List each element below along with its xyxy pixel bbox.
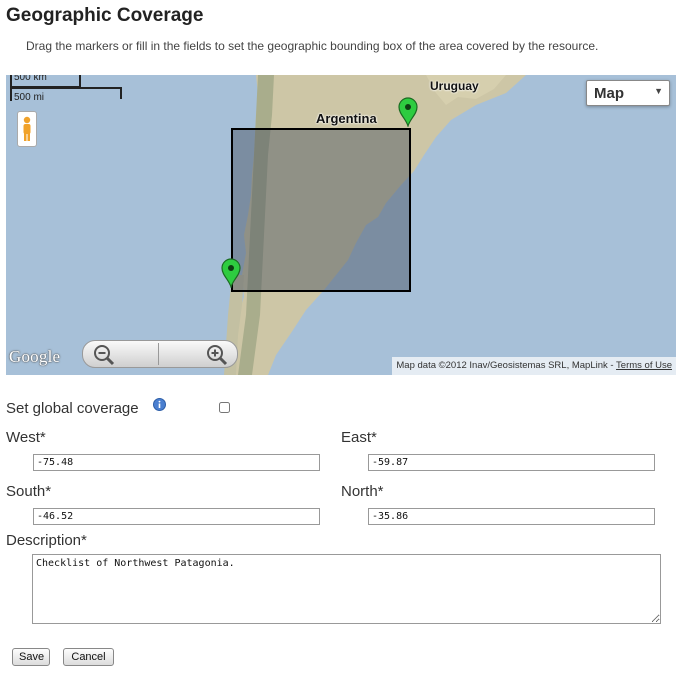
google-logo: Google [9,347,61,366]
map-attribution: Map data ©2012 Inav/Geosistemas SRL, Map… [392,357,676,375]
description-field[interactable]: Checklist of Northwest Patagonia. [32,554,661,624]
street-view-pegman-icon[interactable] [17,111,37,147]
terms-of-use-link[interactable]: Terms of Use [616,360,672,371]
south-field[interactable] [33,508,320,525]
global-coverage-label: Set global coverage [6,400,139,417]
attribution-text: Map data ©2012 Inav/Geosistemas SRL, Map… [396,360,617,371]
west-field[interactable] [33,454,320,471]
northeast-marker-icon[interactable] [398,97,418,129]
label-uruguay: Uruguay [430,79,479,93]
west-label: West* [6,429,46,446]
map-type-select[interactable]: Map ▼ [586,80,670,106]
southwest-marker-icon[interactable] [221,258,241,290]
north-label: North* [341,483,384,500]
north-field[interactable] [368,508,655,525]
south-label: South* [6,483,52,500]
page-title: Geographic Coverage [6,5,204,26]
description-label: Description* [6,532,87,549]
map[interactable]: 500 km 500 mi Map ▼ Uruguay Argentina Go… [6,75,676,375]
map-type-label: Map [594,85,624,102]
zoom-out-icon[interactable] [91,342,115,366]
global-coverage-checkbox[interactable] [219,402,230,413]
scale-mi-label: 500 mi [14,92,45,103]
zoom-control [82,340,238,368]
info-icon[interactable] [153,398,166,411]
east-field[interactable] [368,454,655,471]
label-argentina: Argentina [316,111,377,126]
scale-km-label: 500 km [14,75,47,83]
bounding-box[interactable] [231,128,411,292]
save-button[interactable]: Save [12,648,50,666]
chevron-down-icon: ▼ [654,86,663,96]
page-subtitle: Drag the markers or fill in the fields t… [26,39,599,53]
east-label: East* [341,429,377,446]
cancel-button[interactable]: Cancel [63,648,114,666]
zoom-in-icon[interactable] [204,342,228,366]
